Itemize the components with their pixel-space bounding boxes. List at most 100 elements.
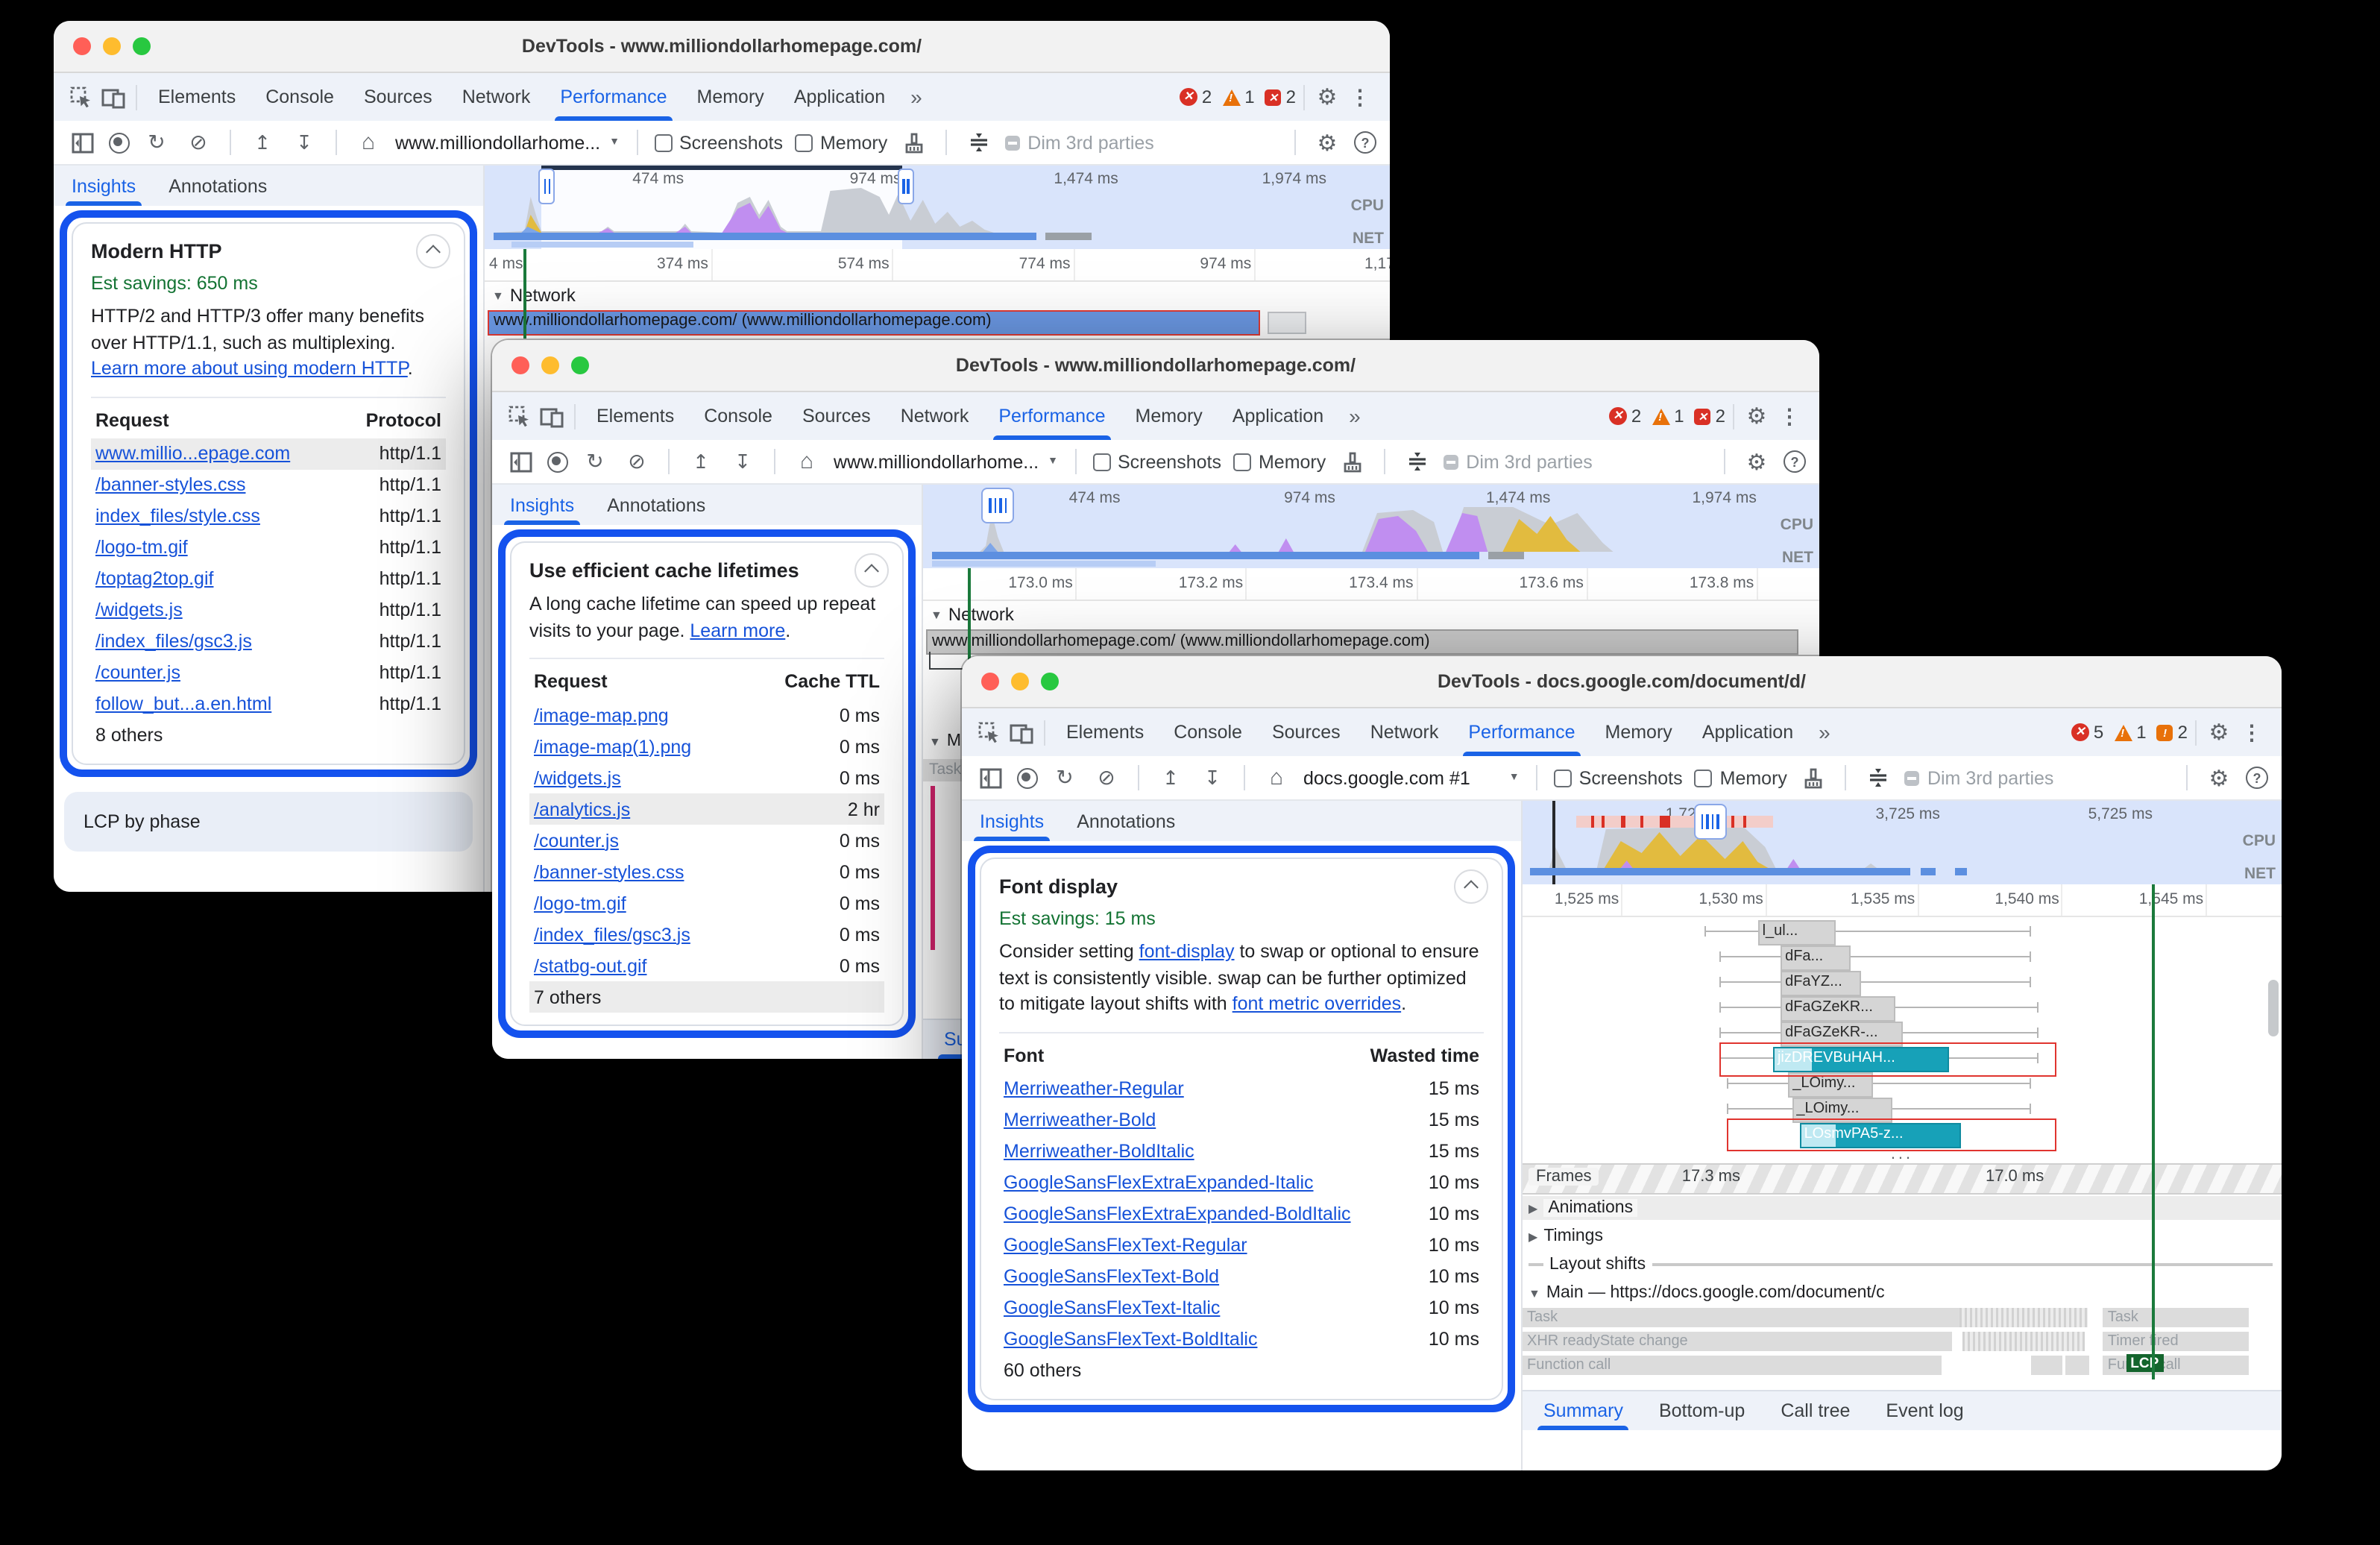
help-icon[interactable]: ? <box>1354 131 1376 154</box>
timeline-overview[interactable]: 474 ms 974 ms 1,474 ms 1,974 ms CPU NET <box>485 166 1390 249</box>
inspect-icon[interactable] <box>504 401 534 431</box>
settings-gear-icon[interactable]: ⚙ <box>1742 401 1772 431</box>
home-icon[interactable]: ⌂ <box>792 447 822 476</box>
record-icon[interactable] <box>109 132 130 153</box>
download-profile-icon[interactable]: ↧ <box>728 447 758 476</box>
request-link[interactable]: /statbg-out.gif <box>534 955 647 976</box>
learn-more-link[interactable]: Learn more about using modern HTTP <box>91 358 408 379</box>
warning-count-badge[interactable]: 1 <box>1652 406 1684 427</box>
kebab-menu-icon[interactable]: ⋮ <box>1345 82 1375 112</box>
tab-annotations[interactable]: Annotations <box>169 166 267 206</box>
memory-checkbox[interactable]: Memory <box>1233 451 1326 472</box>
warning-count-badge[interactable]: 1 <box>1222 86 1254 107</box>
request-link[interactable]: /image-map.png <box>534 705 669 726</box>
collapse-sections-icon[interactable] <box>1863 763 1893 793</box>
font-link[interactable]: GoogleSansFlexText-Bold <box>1004 1266 1219 1287</box>
upload-profile-icon[interactable]: ↥ <box>1156 763 1186 793</box>
font-link[interactable]: GoogleSansFlexText-Regular <box>1004 1235 1247 1256</box>
collapse-sections-icon[interactable] <box>1402 447 1432 476</box>
tab-bottom-up[interactable]: Bottom-up <box>1659 1391 1745 1430</box>
issues-count-badge[interactable]: !2 <box>2157 722 2188 743</box>
tab-summary[interactable]: Summary <box>1543 1391 1623 1430</box>
home-icon[interactable]: ⌂ <box>1262 763 1291 793</box>
request-link[interactable]: /counter.js <box>95 662 180 683</box>
tab-memory[interactable]: Memory <box>1592 708 1686 756</box>
close-button[interactable] <box>511 356 529 374</box>
timer-fired-bar[interactable]: Timer fired <box>2103 1332 2249 1351</box>
dim-3rd-parties-checkbox[interactable]: Dim 3rd parties <box>1905 767 2054 788</box>
task-bar[interactable]: Task <box>2103 1308 2249 1327</box>
tab-elements[interactable]: Elements <box>145 73 249 121</box>
clear-icon[interactable]: ⊘ <box>622 447 652 476</box>
request-link[interactable]: /index_files/gsc3.js <box>534 924 690 945</box>
timings-track[interactable]: ▶Timings <box>1523 1224 2282 1248</box>
tab-insights[interactable]: Insights <box>72 166 136 206</box>
device-toolbar-icon[interactable] <box>537 401 567 431</box>
tab-memory[interactable]: Memory <box>684 73 778 121</box>
main-thread-track-header[interactable]: ▼Main — https://docs.google.com/document… <box>1523 1281 2282 1305</box>
frames-track[interactable]: Frames 17.3 ms 17.0 ms <box>1523 1163 2282 1195</box>
tab-performance[interactable]: Performance <box>985 392 1118 440</box>
insight-card-lcp-by-phase[interactable]: LCP by phase <box>64 791 473 851</box>
garbage-collect-icon[interactable] <box>1799 763 1829 793</box>
learn-more-link[interactable]: Learn more <box>690 620 785 641</box>
target-select[interactable]: docs.google.com #1▼ <box>1303 767 1520 788</box>
function-call-chip[interactable] <box>2031 1356 2063 1375</box>
clear-icon[interactable]: ⊘ <box>183 128 213 157</box>
network-request-bar[interactable]: www.milliondollarhomepage.com/ (www.mill… <box>926 629 1798 655</box>
zoom-button[interactable] <box>133 37 151 55</box>
selection-handle-left[interactable] <box>539 169 555 204</box>
panel-settings-gear-icon[interactable]: ⚙ <box>2204 763 2234 793</box>
device-toolbar-icon[interactable] <box>1007 717 1036 747</box>
tab-performance[interactable]: Performance <box>1455 708 1588 756</box>
tab-application[interactable]: Application <box>1689 708 1807 756</box>
more-tabs-icon[interactable]: » <box>1340 392 1370 440</box>
tab-annotations[interactable]: Annotations <box>1077 801 1175 841</box>
issues-count-badge[interactable]: ✕2 <box>1695 406 1725 427</box>
minimize-button[interactable] <box>1011 673 1029 690</box>
minimize-button[interactable] <box>541 356 559 374</box>
kebab-menu-icon[interactable]: ⋮ <box>2237 717 2267 747</box>
kebab-menu-icon[interactable]: ⋮ <box>1775 401 1804 431</box>
timeline-overview[interactable]: 474 ms 974 ms 1,474 ms 1,974 ms CPU NET <box>923 485 1819 568</box>
selection-handles[interactable] <box>981 488 1014 523</box>
tab-sources[interactable]: Sources <box>1259 708 1354 756</box>
tab-application[interactable]: Application <box>781 73 898 121</box>
error-count-badge[interactable]: ✕5 <box>2071 722 2103 743</box>
flame-bar[interactable]: dFaYZ... <box>1781 971 1862 996</box>
tab-network[interactable]: Network <box>887 392 983 440</box>
playhead-handles[interactable] <box>1693 804 1726 840</box>
dim-3rd-parties-checkbox[interactable]: Dim 3rd parties <box>1005 132 1154 153</box>
animations-track[interactable]: ▶Animations <box>1523 1196 2282 1220</box>
timeline-overview[interactable]: 1,725 3,725 ms 5,725 ms CPU <box>1523 801 2282 884</box>
panel-settings-gear-icon[interactable]: ⚙ <box>1742 447 1772 476</box>
request-link[interactable]: /widgets.js <box>95 600 183 620</box>
insight-card-font-display[interactable]: Font display Est savings: 15 ms Consider… <box>980 858 1503 1400</box>
others-row[interactable]: 8 others <box>91 720 446 751</box>
settings-gear-icon[interactable]: ⚙ <box>1312 82 1342 112</box>
reload-record-icon[interactable]: ↻ <box>1050 763 1080 793</box>
inspect-icon[interactable] <box>66 82 95 112</box>
zoom-button[interactable] <box>571 356 589 374</box>
clear-icon[interactable]: ⊘ <box>1092 763 1121 793</box>
flame-bar[interactable]: dFaGZeKR... <box>1781 996 1896 1022</box>
request-link[interactable]: /widgets.js <box>534 767 621 788</box>
screenshots-checkbox[interactable]: Screenshots <box>1554 767 1683 788</box>
scrollbar-thumb[interactable] <box>1268 312 1307 334</box>
insight-card-cache-lifetimes[interactable]: Use efficient cache lifetimes A long cac… <box>510 541 904 1026</box>
request-link[interactable]: /logo-tm.gif <box>534 893 626 913</box>
panel-settings-gear-icon[interactable]: ⚙ <box>1312 128 1342 157</box>
error-count-badge[interactable]: ✕2 <box>1180 86 1212 107</box>
more-tabs-icon[interactable]: » <box>901 73 931 121</box>
font-link[interactable]: Merriweather-Bold <box>1004 1110 1156 1130</box>
upload-profile-icon[interactable]: ↥ <box>248 128 277 157</box>
font-metric-overrides-link[interactable]: font metric overrides <box>1232 993 1401 1014</box>
device-toolbar-icon[interactable] <box>98 82 128 112</box>
request-link[interactable]: /toptag2top.gif <box>95 568 213 589</box>
tab-annotations[interactable]: Annotations <box>607 485 705 525</box>
request-link[interactable]: index_files/style.css <box>95 506 260 526</box>
tab-sources[interactable]: Sources <box>350 73 446 121</box>
tab-insights[interactable]: Insights <box>510 485 574 525</box>
screenshots-checkbox[interactable]: Screenshots <box>654 132 783 153</box>
xhr-bar[interactable]: XHR readyState change <box>1523 1332 1953 1351</box>
